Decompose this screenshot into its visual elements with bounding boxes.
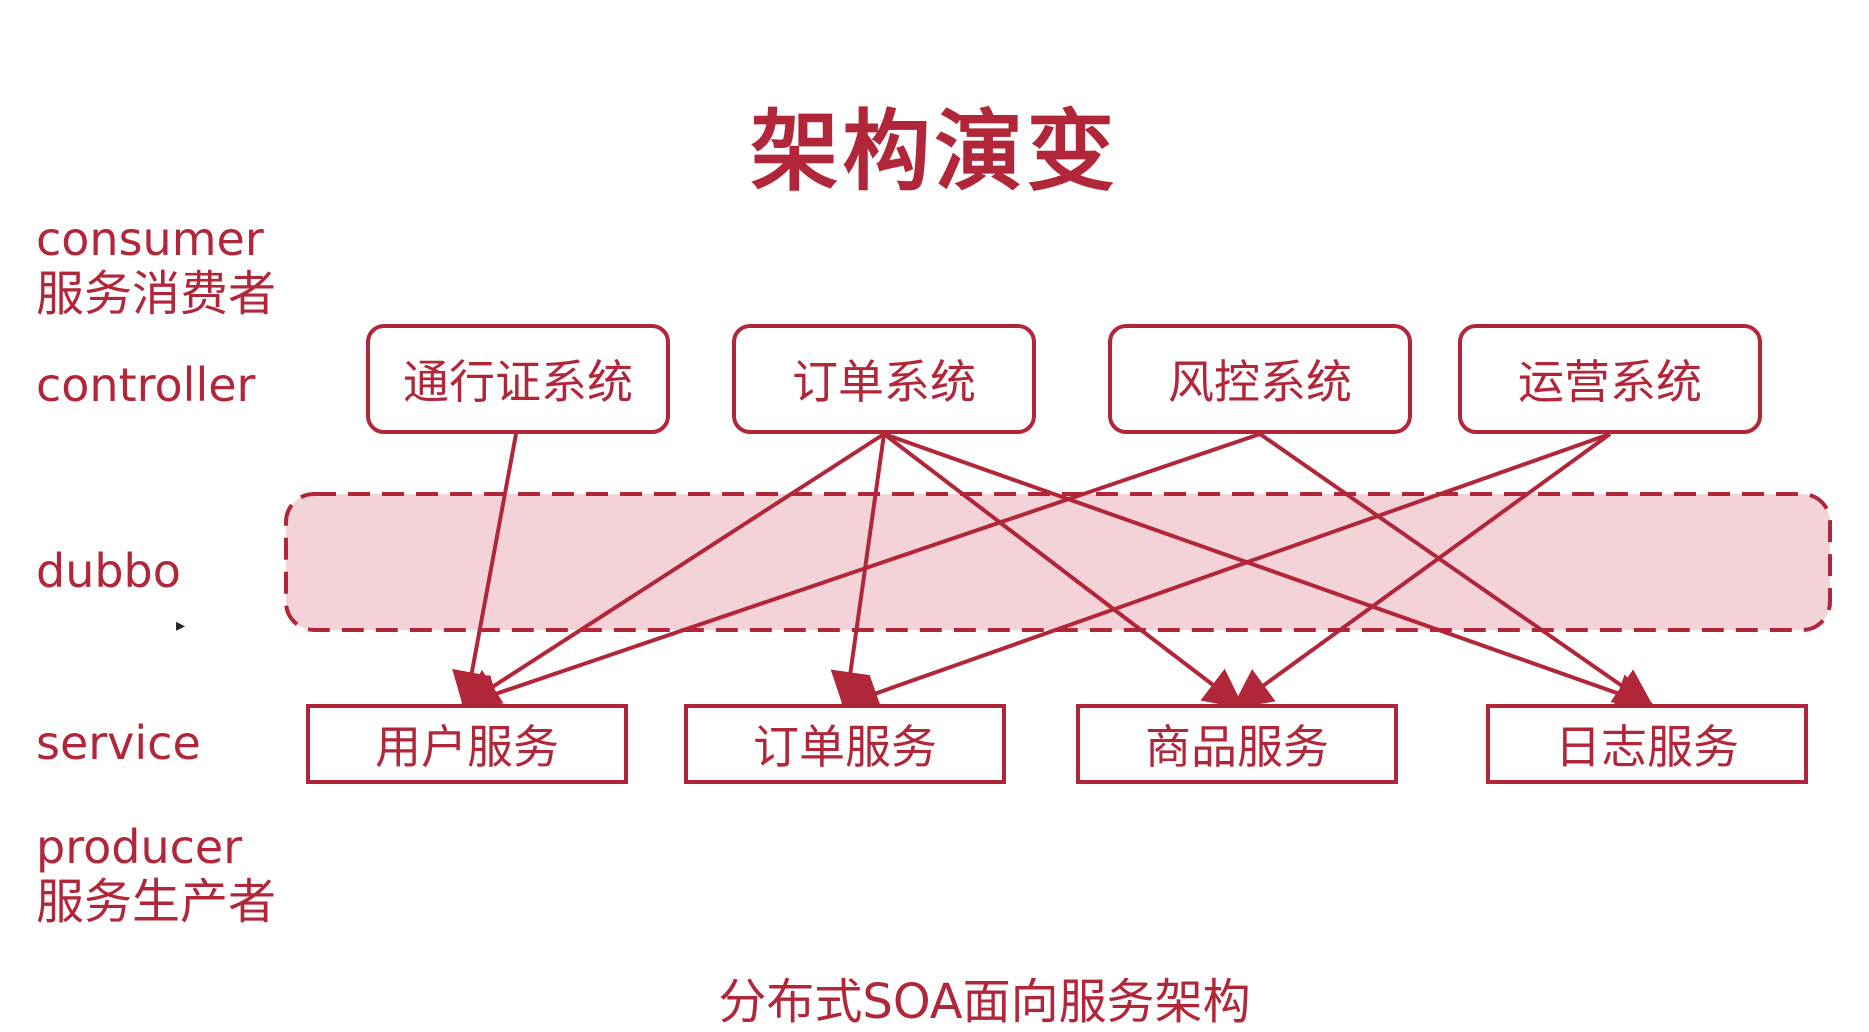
- service-box-product: 商品服务: [1076, 704, 1398, 784]
- controller-label-passport: 通行证系统: [403, 355, 633, 409]
- service-label-product: 商品服务: [1145, 720, 1329, 774]
- controller-label-order: 订单系统: [792, 355, 976, 409]
- controller-box-order: 订单系统: [732, 324, 1036, 434]
- service-label-order: 订单服务: [753, 720, 937, 774]
- controller-box-passport: 通行证系统: [366, 324, 670, 434]
- service-label-user: 用户服务: [375, 720, 559, 774]
- controller-label-risk: 风控系统: [1168, 355, 1352, 409]
- dubbo-band: [284, 492, 1832, 632]
- controller-label-operations: 运营系统: [1518, 355, 1702, 409]
- service-box-order: 订单服务: [684, 704, 1006, 784]
- slide: 架构演变 consumer 服务消费者 controller dubbo ser…: [0, 0, 1869, 1032]
- controller-box-operations: 运营系统: [1458, 324, 1762, 434]
- controller-box-risk: 风控系统: [1108, 324, 1412, 434]
- service-label-log: 日志服务: [1555, 720, 1739, 774]
- architecture-diagram: [284, 432, 1832, 713]
- service-box-log: 日志服务: [1486, 704, 1808, 784]
- service-box-user: 用户服务: [306, 704, 628, 784]
